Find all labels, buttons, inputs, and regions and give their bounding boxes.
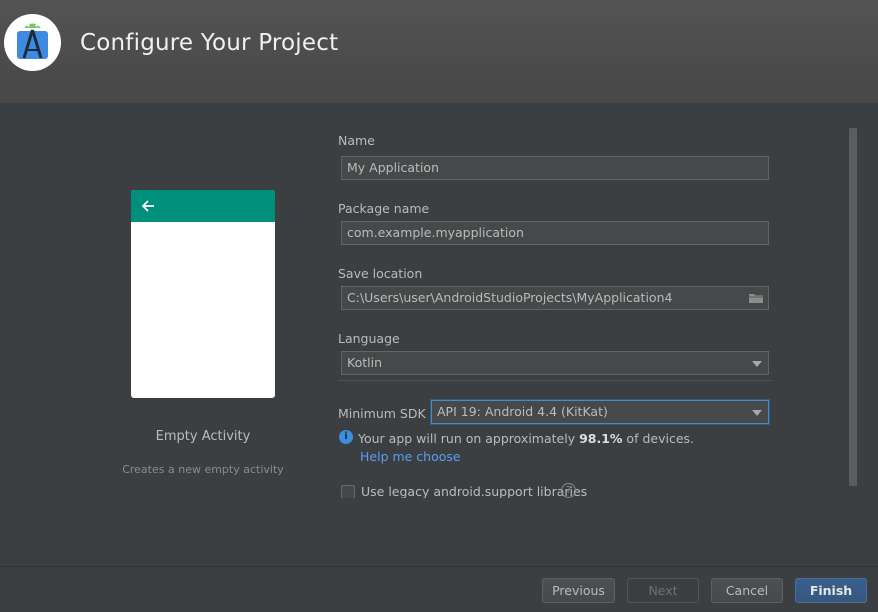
coverage-percent: 98.1%: [579, 431, 623, 446]
help-me-choose-link[interactable]: Help me choose: [360, 449, 461, 464]
save-location-field[interactable]: C:\Users\user\AndroidStudioProjects\MyAp…: [341, 286, 769, 310]
legacy-libraries-label: Use legacy android.support libraries: [361, 484, 588, 498]
package-field[interactable]: com.example.myapplication: [341, 221, 769, 245]
page-title: Configure Your Project: [80, 30, 339, 56]
legacy-row-clip: Use legacy android.support libraries ?: [330, 478, 850, 498]
save-location-value: C:\Users\user\AndroidStudioProjects\MyAp…: [347, 290, 673, 305]
language-value: Kotlin: [347, 355, 382, 370]
chevron-down-icon: [752, 410, 762, 416]
activity-preview: [131, 190, 275, 398]
name-label: Name: [338, 133, 375, 148]
previous-button[interactable]: Previous: [542, 578, 615, 603]
finish-button[interactable]: Finish: [795, 578, 867, 603]
android-studio-icon: [4, 14, 61, 71]
min-sdk-label: Minimum SDK: [338, 406, 426, 421]
folder-icon[interactable]: [748, 291, 764, 305]
next-button[interactable]: Next: [627, 578, 699, 603]
package-label: Package name: [338, 201, 430, 216]
min-sdk-value: API 19: Android 4.4 (KitKat): [437, 404, 608, 419]
wizard-header: Configure Your Project: [0, 0, 878, 103]
min-sdk-dropdown[interactable]: API 19: Android 4.4 (KitKat): [431, 400, 769, 424]
language-label: Language: [338, 331, 400, 346]
template-name: Empty Activity: [155, 429, 251, 444]
info-icon: i: [339, 430, 353, 444]
coverage-prefix: Your app will run on approximately: [358, 431, 580, 446]
language-dropdown[interactable]: Kotlin: [341, 351, 769, 375]
cancel-button[interactable]: Cancel: [711, 578, 783, 603]
coverage-suffix: of devices.: [622, 431, 694, 446]
name-field[interactable]: My Application: [341, 156, 769, 180]
preview-app-bar: [131, 190, 275, 222]
save-location-label: Save location: [338, 266, 423, 281]
back-arrow-icon: [141, 200, 154, 212]
help-question-icon[interactable]: ?: [561, 483, 576, 498]
legacy-libraries-checkbox[interactable]: [341, 485, 355, 498]
footer-divider: [0, 566, 878, 567]
device-coverage-text: Your app will run on approximately 98.1%…: [358, 431, 694, 446]
separator: [338, 380, 772, 381]
vertical-scrollbar[interactable]: [849, 128, 857, 486]
template-description: Creates a new empty activity: [122, 463, 284, 476]
chevron-down-icon: [752, 361, 762, 367]
